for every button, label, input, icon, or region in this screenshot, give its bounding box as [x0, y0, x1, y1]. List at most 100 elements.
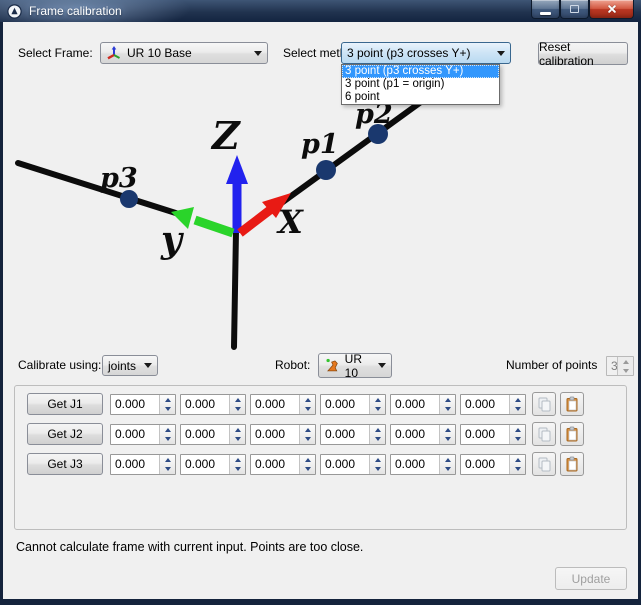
- j3-value-2[interactable]: 0.000: [180, 454, 246, 475]
- spinner-arrows[interactable]: [299, 455, 315, 474]
- window-title: Frame calibration: [29, 4, 122, 18]
- label-p3: p3: [100, 163, 138, 194]
- get-j2-button[interactable]: Get J2: [27, 423, 103, 445]
- j2-value-4[interactable]: 0.000: [320, 424, 386, 445]
- number-of-points-label: Number of points: [506, 354, 597, 376]
- select-frame-label: Select Frame:: [18, 42, 93, 64]
- j2-value-3[interactable]: 0.000: [250, 424, 316, 445]
- j2-value-1[interactable]: 0.000: [110, 424, 176, 445]
- frame-select-value: UR 10 Base: [127, 46, 192, 60]
- point-p3: [120, 190, 138, 208]
- spinner-arrows[interactable]: [159, 395, 175, 414]
- frame-select[interactable]: UR 10 Base: [100, 42, 268, 64]
- chevron-down-icon: [254, 51, 262, 56]
- copy-j1-button[interactable]: [532, 392, 556, 416]
- method-option-6point[interactable]: 6 point: [342, 91, 499, 104]
- y-axis-shaft: [195, 220, 233, 233]
- spinner-arrows[interactable]: [229, 395, 245, 414]
- method-option-3point-p1[interactable]: 3 point (p1 = origin): [342, 78, 499, 91]
- spinner-arrows[interactable]: [229, 425, 245, 444]
- reset-calibration-button[interactable]: Reset calibration: [538, 42, 628, 65]
- label-z-axis: Z: [210, 113, 241, 158]
- j3-value-6[interactable]: 0.000: [460, 454, 526, 475]
- paste-icon: [564, 426, 580, 442]
- j1-value-1[interactable]: 0.000: [110, 394, 176, 415]
- j1-value-5[interactable]: 0.000: [390, 394, 456, 415]
- status-message: Cannot calculate frame with current inpu…: [16, 540, 363, 554]
- spinner-arrows[interactable]: [369, 455, 385, 474]
- robot-label: Robot:: [275, 354, 310, 376]
- method-dropdown-list: 3 point (p3 crosses Y+) 3 point (p1 = or…: [341, 64, 500, 105]
- chevron-down-icon: [378, 363, 386, 368]
- label-y-axis: y: [160, 219, 184, 261]
- calibrate-using-select[interactable]: joints: [102, 355, 158, 376]
- j1-value-6[interactable]: 0.000: [460, 394, 526, 415]
- robodk-app-icon: [7, 4, 22, 19]
- spinner-arrows[interactable]: [509, 395, 525, 414]
- spinner-arrows[interactable]: [439, 395, 455, 414]
- paste-j3-button[interactable]: [560, 452, 584, 476]
- line-p3: [18, 163, 182, 215]
- minimize-icon: [540, 12, 551, 15]
- spinner-arrows[interactable]: [439, 455, 455, 474]
- method-option-3point-p3[interactable]: 3 point (p3 crosses Y+): [342, 65, 499, 78]
- j3-value-3[interactable]: 0.000: [250, 454, 316, 475]
- chevron-down-icon: [497, 51, 505, 56]
- maximize-icon: [570, 5, 579, 13]
- spinner-arrows[interactable]: [509, 425, 525, 444]
- j2-value-2[interactable]: 0.000: [180, 424, 246, 445]
- label-p1: p1: [301, 129, 339, 160]
- maximize-button[interactable]: [560, 0, 589, 19]
- close-icon: [607, 4, 617, 14]
- get-j3-button[interactable]: Get J3: [27, 453, 103, 475]
- minimize-button[interactable]: [531, 0, 560, 19]
- method-select[interactable]: 3 point (p3 crosses Y+): [341, 42, 511, 64]
- x-axis-shaft: [240, 210, 270, 233]
- j3-value-5[interactable]: 0.000: [390, 454, 456, 475]
- reference-frame-icon: [106, 45, 122, 61]
- paste-j1-button[interactable]: [560, 392, 584, 416]
- z-axis-arrowhead: [226, 155, 248, 184]
- robot-select-value: UR 10: [345, 352, 378, 380]
- spinner-arrows[interactable]: [439, 425, 455, 444]
- update-button[interactable]: Update: [555, 567, 627, 590]
- copy-icon: [536, 426, 552, 442]
- line-vertical: [234, 231, 236, 347]
- spinner-arrows[interactable]: [159, 455, 175, 474]
- paste-icon: [564, 396, 580, 412]
- get-j1-button[interactable]: Get J1: [27, 393, 103, 415]
- spinner-arrows[interactable]: [509, 455, 525, 474]
- j3-value-1[interactable]: 0.000: [110, 454, 176, 475]
- j2-value-5[interactable]: 0.000: [390, 424, 456, 445]
- title-bar[interactable]: Frame calibration: [0, 0, 641, 22]
- j1-value-2[interactable]: 0.000: [180, 394, 246, 415]
- chevron-down-icon: [144, 363, 152, 368]
- spinner-arrows: [617, 357, 633, 375]
- spinner-arrows[interactable]: [299, 425, 315, 444]
- paste-j2-button[interactable]: [560, 422, 584, 446]
- frame-calibration-window: Frame calibration: [0, 0, 641, 605]
- j1-value-4[interactable]: 0.000: [320, 394, 386, 415]
- line-p1-p2: [247, 94, 432, 228]
- spinner-arrows[interactable]: [369, 395, 385, 414]
- spinner-arrows[interactable]: [229, 455, 245, 474]
- spinner-arrows[interactable]: [369, 425, 385, 444]
- j3-value-4[interactable]: 0.000: [320, 454, 386, 475]
- method-select-value: 3 point (p3 crosses Y+): [347, 46, 471, 60]
- robot-select[interactable]: UR 10: [318, 353, 392, 378]
- j2-value-6[interactable]: 0.000: [460, 424, 526, 445]
- y-axis-arrowhead: [171, 207, 194, 229]
- copy-icon: [536, 456, 552, 472]
- copy-j3-button[interactable]: [532, 452, 556, 476]
- spinner-arrows[interactable]: [299, 395, 315, 414]
- number-of-points-value: 3: [607, 357, 617, 375]
- paste-icon: [564, 456, 580, 472]
- close-button[interactable]: [589, 0, 634, 19]
- copy-j2-button[interactable]: [532, 422, 556, 446]
- j1-value-3[interactable]: 0.000: [250, 394, 316, 415]
- copy-icon: [536, 396, 552, 412]
- robot-icon: [324, 357, 341, 374]
- number-of-points-spinner[interactable]: 3: [606, 356, 634, 376]
- spinner-arrows[interactable]: [159, 425, 175, 444]
- dialog-content: Z X y p1 p2 p3 Select Frame: UR 10 Base …: [3, 22, 638, 599]
